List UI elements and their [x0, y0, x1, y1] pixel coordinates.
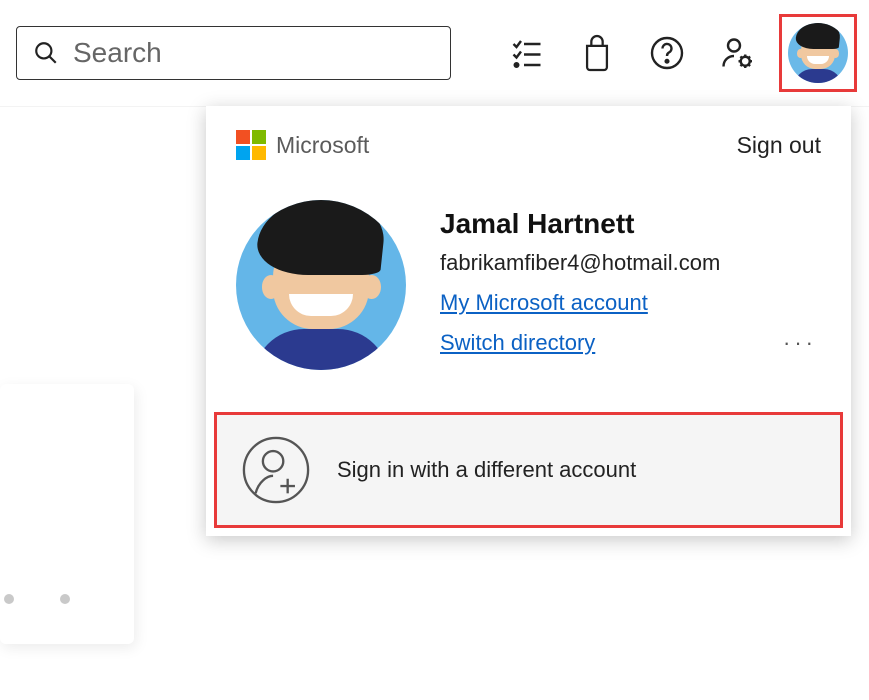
- pagination-dots: [4, 594, 70, 604]
- switch-directory-link[interactable]: Switch directory: [440, 330, 595, 356]
- user-settings-icon[interactable]: [717, 33, 757, 73]
- add-user-icon: [241, 435, 311, 505]
- my-account-link[interactable]: My Microsoft account: [440, 290, 821, 316]
- add-account-label: Sign in with a different account: [337, 457, 636, 483]
- profile-avatar-button[interactable]: [779, 14, 857, 92]
- more-options-button[interactable]: ···: [779, 330, 821, 356]
- microsoft-brand: Microsoft: [236, 130, 369, 160]
- user-email: fabrikamfiber4@hotmail.com: [440, 250, 821, 276]
- user-name: Jamal Hartnett: [440, 208, 821, 240]
- dropdown-body: Jamal Hartnett fabrikamfiber4@hotmail.co…: [206, 170, 851, 404]
- side-card: [0, 384, 134, 644]
- user-meta: Jamal Hartnett fabrikamfiber4@hotmail.co…: [440, 200, 821, 356]
- search-box[interactable]: [16, 26, 451, 80]
- avatar-large-icon: [236, 200, 406, 370]
- add-account-button[interactable]: Sign in with a different account: [214, 412, 843, 528]
- signout-link[interactable]: Sign out: [737, 132, 821, 159]
- checklist-icon[interactable]: [507, 33, 547, 73]
- help-icon[interactable]: [647, 33, 687, 73]
- dot-icon: [60, 594, 70, 604]
- search-icon: [33, 40, 59, 66]
- topbar: [0, 0, 869, 107]
- search-input[interactable]: [73, 37, 434, 69]
- dot-icon: [4, 594, 14, 604]
- brand-label: Microsoft: [276, 132, 369, 159]
- avatar-icon: [788, 23, 848, 83]
- account-dropdown: Microsoft Sign out Jamal Hartnett fabrik…: [206, 106, 851, 536]
- top-icon-group: [507, 33, 757, 73]
- microsoft-logo-icon: [236, 130, 266, 160]
- dropdown-header: Microsoft Sign out: [206, 106, 851, 170]
- shopping-bag-icon[interactable]: [577, 33, 617, 73]
